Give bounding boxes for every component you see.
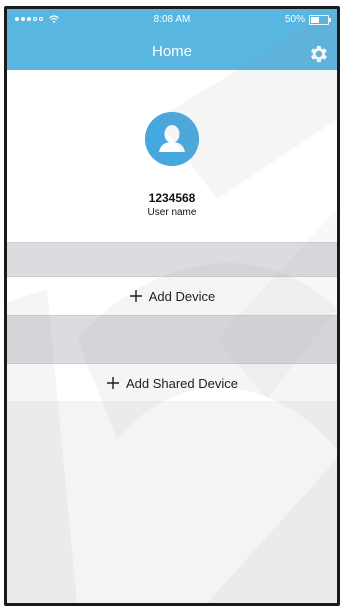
battery-icon bbox=[309, 14, 331, 25]
add-device-label: Add Device bbox=[148, 288, 216, 304]
section-divider bbox=[7, 242, 337, 277]
header-bar: 8:08 AM 50% Home bbox=[7, 9, 337, 70]
add-shared-device-button[interactable]: Add Shared Device bbox=[7, 363, 337, 403]
page-title: Home bbox=[151, 43, 192, 60]
phone-frame: 8:08 AM 50% Home 1234568 User name Add D… bbox=[4, 6, 340, 606]
add-device-button[interactable]: Add Device bbox=[7, 276, 337, 316]
user-name: User name bbox=[147, 207, 197, 218]
avatar-user-icon[interactable] bbox=[145, 112, 199, 166]
plus-icon bbox=[106, 377, 119, 389]
empty-content-area bbox=[7, 401, 337, 603]
status-bar: 8:08 AM 50% bbox=[7, 9, 337, 31]
battery-status: 50% bbox=[284, 14, 331, 25]
profile-section: 1234568 User name bbox=[7, 70, 337, 242]
gear-icon[interactable] bbox=[307, 43, 329, 65]
plus-icon bbox=[129, 290, 142, 302]
section-divider bbox=[7, 315, 337, 363]
user-id: 1234568 bbox=[148, 191, 196, 205]
battery-percent: 50% bbox=[284, 14, 305, 25]
add-shared-device-label: Add Shared Device bbox=[125, 375, 238, 391]
